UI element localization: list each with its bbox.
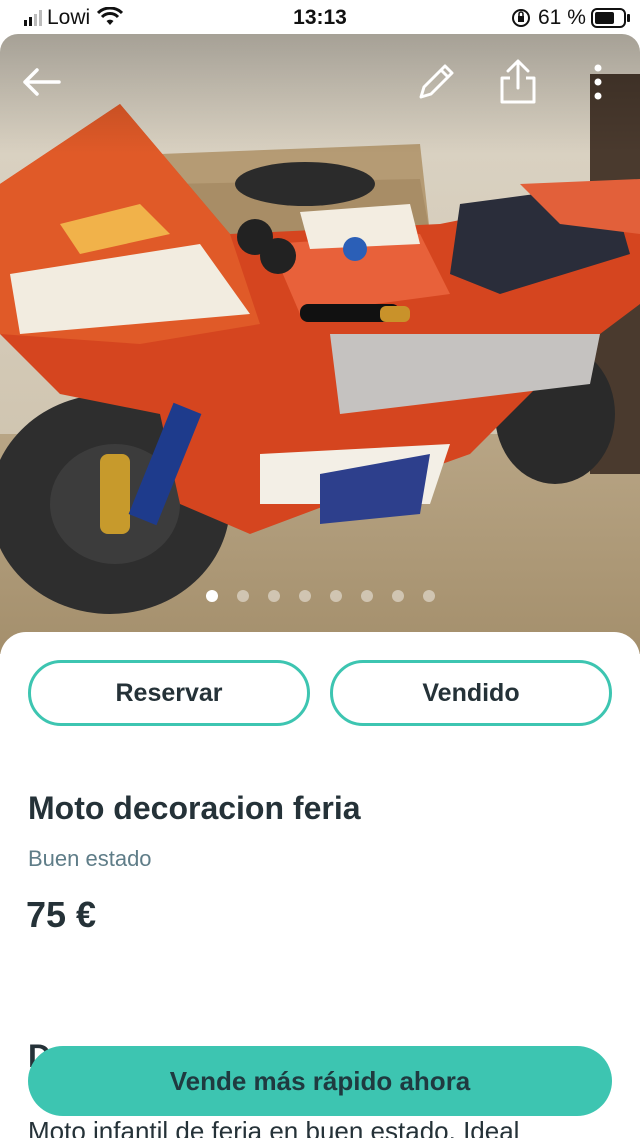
listing-photo-carousel[interactable] — [0, 34, 640, 654]
carousel-dot[interactable] — [392, 590, 404, 602]
mark-sold-button[interactable]: Vendido — [330, 660, 612, 726]
sell-faster-button[interactable]: Vende más rápido ahora — [28, 1046, 612, 1116]
carousel-dot[interactable] — [423, 590, 435, 602]
status-bar: Lowi 13:13 61 % — [0, 0, 640, 34]
carousel-dot[interactable] — [237, 590, 249, 602]
reserve-button[interactable]: Reservar — [28, 660, 310, 726]
battery-percentage: 61 % — [538, 6, 586, 29]
more-vertical-icon[interactable] — [582, 56, 614, 108]
listing-condition: Buen estado — [28, 846, 152, 871]
listing-title: Moto decoracion feria — [28, 790, 361, 826]
share-icon[interactable] — [492, 54, 544, 110]
listing-photo — [0, 34, 640, 654]
back-arrow-icon[interactable] — [16, 60, 66, 104]
edit-pencil-icon[interactable] — [410, 56, 462, 108]
carousel-dot[interactable] — [206, 590, 218, 602]
carousel-dot[interactable] — [330, 590, 342, 602]
battery-icon — [591, 8, 630, 28]
description-text: Moto infantil de feria en buen estado. I… — [28, 1116, 520, 1138]
listing-price: 75 € — [26, 894, 97, 935]
carousel-indicator — [0, 590, 640, 604]
rotation-lock-icon — [512, 9, 530, 27]
carousel-dot[interactable] — [361, 590, 373, 602]
carousel-dot[interactable] — [299, 590, 311, 602]
carousel-dot[interactable] — [268, 590, 280, 602]
